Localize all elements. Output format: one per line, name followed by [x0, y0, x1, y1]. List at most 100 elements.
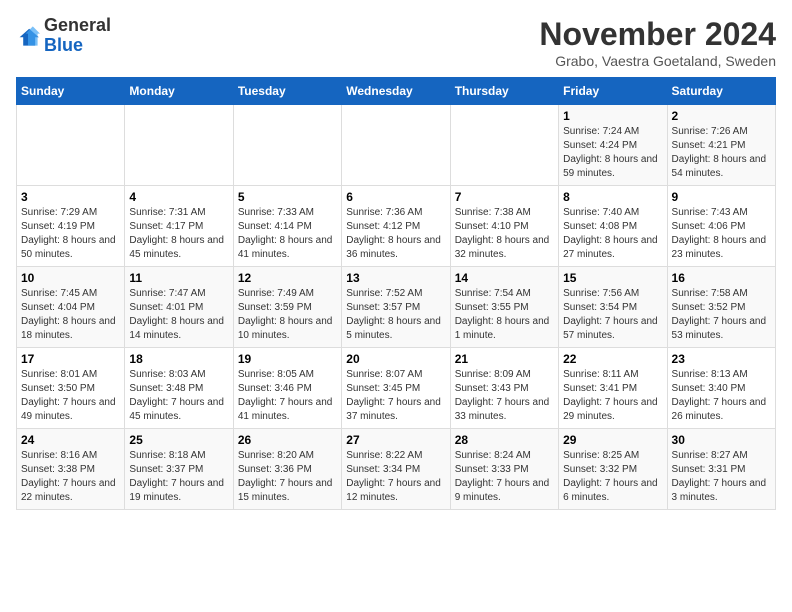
day-number: 28 — [455, 433, 554, 447]
calendar-cell: 10 Sunrise: 7:45 AM Sunset: 4:04 PM Dayli… — [17, 267, 125, 348]
day-number: 13 — [346, 271, 445, 285]
day-info: Sunrise: 7:45 AM Sunset: 4:04 PM Dayligh… — [21, 287, 120, 343]
day-number: 22 — [563, 352, 662, 366]
day-info: Sunrise: 8:03 AM Sunset: 3:48 PM Dayligh… — [129, 368, 228, 424]
weekday-header-thursday: Thursday — [450, 78, 558, 105]
calendar-cell — [125, 105, 233, 186]
day-number: 7 — [455, 190, 554, 204]
day-info: Sunrise: 8:18 AM Sunset: 3:37 PM Dayligh… — [129, 449, 228, 505]
day-info: Sunrise: 7:54 AM Sunset: 3:55 PM Dayligh… — [455, 287, 554, 343]
logo: General Blue — [16, 16, 111, 56]
day-number: 15 — [563, 271, 662, 285]
day-info: Sunrise: 7:26 AM Sunset: 4:21 PM Dayligh… — [672, 125, 771, 181]
day-info: Sunrise: 8:01 AM Sunset: 3:50 PM Dayligh… — [21, 368, 120, 424]
day-number: 8 — [563, 190, 662, 204]
weekday-header-row: SundayMondayTuesdayWednesdayThursdayFrid… — [17, 78, 776, 105]
day-info: Sunrise: 7:56 AM Sunset: 3:54 PM Dayligh… — [563, 287, 662, 343]
header: General Blue November 2024 Grabo, Vaestr… — [16, 16, 776, 69]
day-number: 17 — [21, 352, 120, 366]
day-number: 29 — [563, 433, 662, 447]
calendar-cell: 15 Sunrise: 7:56 AM Sunset: 3:54 PM Dayli… — [559, 267, 667, 348]
day-number: 1 — [563, 109, 662, 123]
calendar-cell — [450, 105, 558, 186]
day-number: 23 — [672, 352, 771, 366]
day-info: Sunrise: 8:07 AM Sunset: 3:45 PM Dayligh… — [346, 368, 445, 424]
calendar-cell: 4Sunrise: 7:31 AM Sunset: 4:17 PM Daylig… — [125, 186, 233, 267]
calendar-cell: 6 Sunrise: 7:36 AM Sunset: 4:12 PM Daylig… — [342, 186, 450, 267]
calendar-cell: 20 Sunrise: 8:07 AM Sunset: 3:45 PM Dayli… — [342, 348, 450, 429]
logo-icon — [16, 24, 40, 48]
day-info: Sunrise: 8:09 AM Sunset: 3:43 PM Dayligh… — [455, 368, 554, 424]
calendar-cell: 29Sunrise: 8:25 AM Sunset: 3:32 PM Dayli… — [559, 429, 667, 510]
day-number: 26 — [238, 433, 337, 447]
day-number: 27 — [346, 433, 445, 447]
calendar-cell: 8 Sunrise: 7:40 AM Sunset: 4:08 PM Daylig… — [559, 186, 667, 267]
day-number: 30 — [672, 433, 771, 447]
day-info: Sunrise: 8:22 AM Sunset: 3:34 PM Dayligh… — [346, 449, 445, 505]
calendar-cell — [17, 105, 125, 186]
calendar-cell: 11Sunrise: 7:47 AM Sunset: 4:01 PM Dayli… — [125, 267, 233, 348]
day-number: 19 — [238, 352, 337, 366]
day-number: 3 — [21, 190, 120, 204]
calendar-cell: 25 Sunrise: 8:18 AM Sunset: 3:37 PM Dayli… — [125, 429, 233, 510]
day-info: Sunrise: 7:40 AM Sunset: 4:08 PM Dayligh… — [563, 206, 662, 262]
calendar-week-3: 10 Sunrise: 7:45 AM Sunset: 4:04 PM Dayli… — [17, 267, 776, 348]
month-title: November 2024 — [539, 16, 776, 53]
day-number: 9 — [672, 190, 771, 204]
calendar-cell: 30 Sunrise: 8:27 AM Sunset: 3:31 PM Dayli… — [667, 429, 775, 510]
calendar-cell: 28 Sunrise: 8:24 AM Sunset: 3:33 PM Dayli… — [450, 429, 558, 510]
day-info: Sunrise: 7:31 AM Sunset: 4:17 PM Dayligh… — [129, 206, 228, 262]
day-info: Sunrise: 7:49 AM Sunset: 3:59 PM Dayligh… — [238, 287, 337, 343]
calendar-cell: 18 Sunrise: 8:03 AM Sunset: 3:48 PM Dayli… — [125, 348, 233, 429]
calendar-cell: 3 Sunrise: 7:29 AM Sunset: 4:19 PM Daylig… — [17, 186, 125, 267]
day-number: 10 — [21, 271, 120, 285]
day-number: 6 — [346, 190, 445, 204]
day-number: 2 — [672, 109, 771, 123]
calendar-cell: 22 Sunrise: 8:11 AM Sunset: 3:41 PM Dayli… — [559, 348, 667, 429]
calendar-cell: 27 Sunrise: 8:22 AM Sunset: 3:34 PM Dayli… — [342, 429, 450, 510]
day-info: Sunrise: 7:33 AM Sunset: 4:14 PM Dayligh… — [238, 206, 337, 262]
calendar-cell: 9 Sunrise: 7:43 AM Sunset: 4:06 PM Daylig… — [667, 186, 775, 267]
day-info: Sunrise: 7:52 AM Sunset: 3:57 PM Dayligh… — [346, 287, 445, 343]
location-subtitle: Grabo, Vaestra Goetaland, Sweden — [539, 53, 776, 69]
day-number: 12 — [238, 271, 337, 285]
day-info: Sunrise: 7:58 AM Sunset: 3:52 PM Dayligh… — [672, 287, 771, 343]
weekday-header-sunday: Sunday — [17, 78, 125, 105]
day-number: 25 — [129, 433, 228, 447]
calendar-cell: 21 Sunrise: 8:09 AM Sunset: 3:43 PM Dayli… — [450, 348, 558, 429]
day-info: Sunrise: 7:38 AM Sunset: 4:10 PM Dayligh… — [455, 206, 554, 262]
title-area: November 2024 Grabo, Vaestra Goetaland, … — [539, 16, 776, 69]
day-info: Sunrise: 8:20 AM Sunset: 3:36 PM Dayligh… — [238, 449, 337, 505]
calendar-cell: 26 Sunrise: 8:20 AM Sunset: 3:36 PM Dayli… — [233, 429, 341, 510]
weekday-header-saturday: Saturday — [667, 78, 775, 105]
day-number: 24 — [21, 433, 120, 447]
day-info: Sunrise: 7:24 AM Sunset: 4:24 PM Dayligh… — [563, 125, 662, 181]
day-info: Sunrise: 8:24 AM Sunset: 3:33 PM Dayligh… — [455, 449, 554, 505]
day-info: Sunrise: 7:47 AM Sunset: 4:01 PM Dayligh… — [129, 287, 228, 343]
weekday-header-tuesday: Tuesday — [233, 78, 341, 105]
day-number: 5 — [238, 190, 337, 204]
day-info: Sunrise: 8:11 AM Sunset: 3:41 PM Dayligh… — [563, 368, 662, 424]
calendar-week-2: 3 Sunrise: 7:29 AM Sunset: 4:19 PM Daylig… — [17, 186, 776, 267]
calendar-cell: 14Sunrise: 7:54 AM Sunset: 3:55 PM Dayli… — [450, 267, 558, 348]
calendar-cell: 12 Sunrise: 7:49 AM Sunset: 3:59 PM Dayli… — [233, 267, 341, 348]
calendar-cell: 7 Sunrise: 7:38 AM Sunset: 4:10 PM Daylig… — [450, 186, 558, 267]
day-number: 20 — [346, 352, 445, 366]
weekday-header-monday: Monday — [125, 78, 233, 105]
day-number: 21 — [455, 352, 554, 366]
day-info: Sunrise: 8:05 AM Sunset: 3:46 PM Dayligh… — [238, 368, 337, 424]
calendar-cell — [342, 105, 450, 186]
day-info: Sunrise: 7:29 AM Sunset: 4:19 PM Dayligh… — [21, 206, 120, 262]
calendar-table: SundayMondayTuesdayWednesdayThursdayFrid… — [16, 77, 776, 510]
day-info: Sunrise: 8:13 AM Sunset: 3:40 PM Dayligh… — [672, 368, 771, 424]
calendar-cell: 16Sunrise: 7:58 AM Sunset: 3:52 PM Dayli… — [667, 267, 775, 348]
day-info: Sunrise: 8:27 AM Sunset: 3:31 PM Dayligh… — [672, 449, 771, 505]
day-info: Sunrise: 7:36 AM Sunset: 4:12 PM Dayligh… — [346, 206, 445, 262]
day-info: Sunrise: 7:43 AM Sunset: 4:06 PM Dayligh… — [672, 206, 771, 262]
day-number: 18 — [129, 352, 228, 366]
calendar-cell: 17 Sunrise: 8:01 AM Sunset: 3:50 PM Dayli… — [17, 348, 125, 429]
calendar-cell: 2 Sunrise: 7:26 AM Sunset: 4:21 PM Daylig… — [667, 105, 775, 186]
calendar-cell: 13 Sunrise: 7:52 AM Sunset: 3:57 PM Dayli… — [342, 267, 450, 348]
calendar-week-1: 1 Sunrise: 7:24 AM Sunset: 4:24 PM Daylig… — [17, 105, 776, 186]
calendar-cell: 1 Sunrise: 7:24 AM Sunset: 4:24 PM Daylig… — [559, 105, 667, 186]
